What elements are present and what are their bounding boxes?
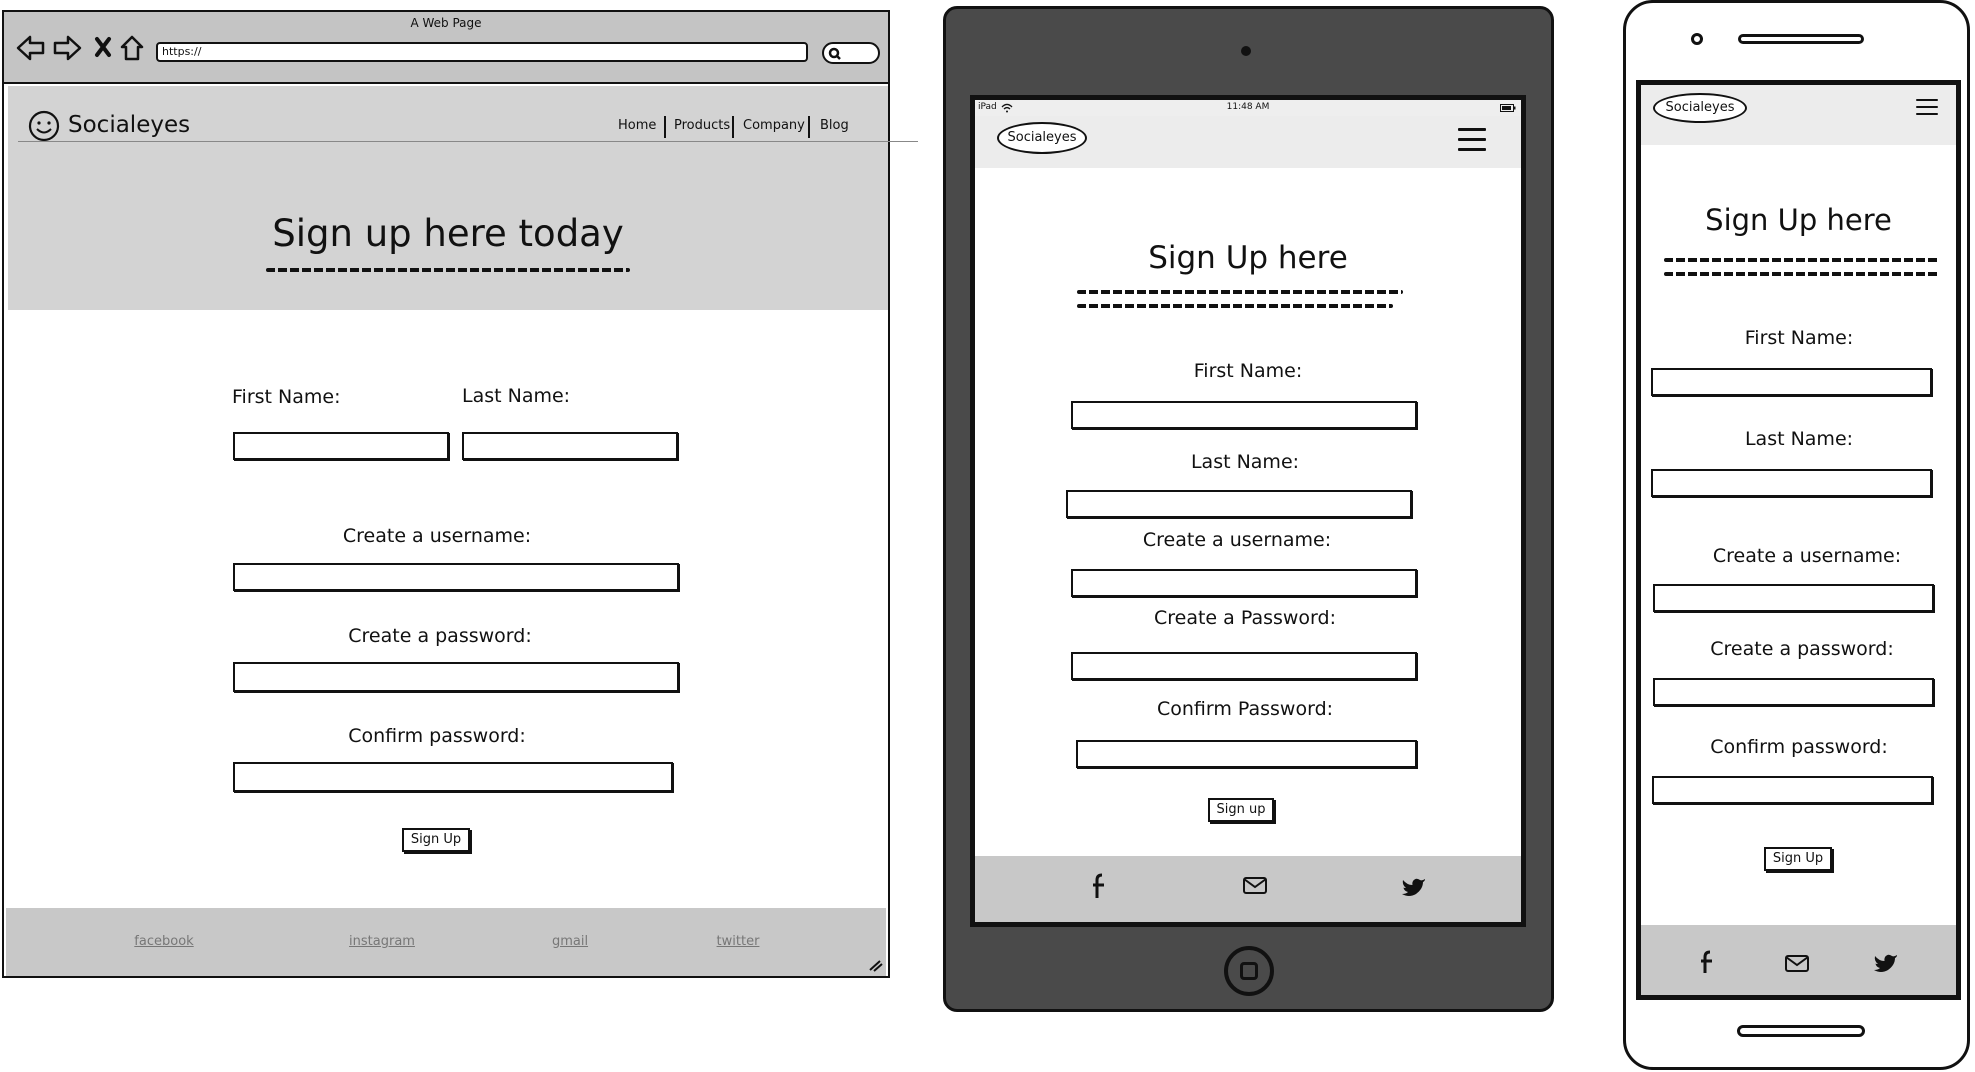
tablet-status-bar: iPad 11:48 AM	[975, 100, 1521, 116]
phone-password-label: Create a password:	[1710, 638, 1894, 660]
home-icon[interactable]	[119, 34, 145, 62]
brand-name[interactable]: Socialeyes	[68, 112, 190, 138]
phone-header: Socialeyes	[1641, 85, 1956, 145]
phone-subtitle-placeholder	[1664, 258, 1940, 262]
nav-separator	[732, 116, 734, 138]
url-text: https://	[162, 45, 202, 58]
search-box[interactable]	[822, 42, 880, 64]
twitter-icon[interactable]	[1873, 952, 1899, 974]
nav-blog[interactable]: Blog	[820, 118, 849, 133]
tablet-header: Socialeyes	[975, 116, 1521, 168]
mail-icon[interactable]	[1784, 952, 1810, 974]
hero-subtitle-placeholder	[266, 268, 630, 272]
tablet-password-field[interactable]	[1071, 652, 1417, 680]
phone-title: Sign Up here	[1705, 203, 1892, 237]
confirm-password-label: Confirm password:	[348, 725, 526, 747]
facebook-icon[interactable]	[1699, 949, 1715, 975]
tablet-first-name-label: First Name:	[1193, 360, 1303, 382]
phone-screen: Socialeyes Sign Up here First Name: Last…	[1636, 80, 1961, 1000]
twitter-icon[interactable]	[1401, 876, 1427, 898]
phone-first-name-field[interactable]	[1651, 368, 1932, 396]
first-name-field[interactable]	[233, 432, 449, 460]
nav-company[interactable]: Company	[743, 118, 805, 133]
tablet-sign-up-button[interactable]: Sign up	[1208, 798, 1274, 822]
search-icon	[828, 47, 841, 60]
phone-first-name-label: First Name:	[1744, 327, 1854, 349]
tablet-last-name-field[interactable]	[1066, 490, 1412, 518]
tablet-confirm-password-label: Confirm Password:	[1156, 698, 1334, 720]
tablet-title: Sign Up here	[1148, 240, 1348, 276]
tablet-username-label: Create a username:	[1142, 529, 1332, 551]
phone-confirm-password-field[interactable]	[1652, 776, 1933, 804]
status-time: 11:48 AM	[1226, 102, 1270, 112]
last-name-field[interactable]	[462, 432, 678, 460]
tablet-subtitle-placeholder	[1077, 290, 1403, 294]
tablet-device: iPad 11:48 AM Socialeyes Sign Up here Fi…	[943, 6, 1554, 1012]
tablet-camera	[1241, 46, 1251, 56]
tablet-confirm-password-field[interactable]	[1076, 740, 1417, 768]
phone-footer	[1641, 925, 1956, 995]
footer-link-twitter[interactable]: twitter	[717, 934, 760, 949]
sign-up-button[interactable]: Sign Up	[402, 828, 470, 852]
hero-title: Sign up here today	[272, 212, 624, 255]
phone-bottom-speaker	[1737, 1025, 1865, 1037]
phone-camera	[1691, 33, 1703, 45]
tablet-subtitle-placeholder	[1077, 304, 1393, 308]
browser-chrome: A Web Page https://	[4, 12, 888, 84]
tablet-last-name-label: Last Name:	[1190, 451, 1300, 473]
phone-subtitle-placeholder	[1664, 272, 1940, 276]
forward-arrow-icon[interactable]	[52, 34, 82, 62]
tablet-footer	[975, 856, 1521, 922]
nav-home[interactable]: Home	[618, 118, 656, 133]
footer-link-instagram[interactable]: instagram	[349, 934, 415, 949]
phone-brand[interactable]: Socialeyes	[1653, 93, 1747, 123]
username-field[interactable]	[233, 563, 679, 591]
phone-password-field[interactable]	[1653, 678, 1934, 706]
first-name-label: First Name:	[232, 386, 341, 408]
tablet-first-name-field[interactable]	[1071, 401, 1417, 429]
tablet-password-label: Create a Password:	[1153, 607, 1337, 629]
resize-handle-icon[interactable]	[868, 958, 884, 972]
site-footer: facebook instagram gmail twitter	[6, 908, 886, 976]
phone-username-label: Create a username:	[1712, 545, 1902, 567]
phone-device: Socialeyes Sign Up here First Name: Last…	[1623, 0, 1970, 1070]
last-name-label: Last Name:	[462, 385, 571, 407]
hamburger-menu-icon[interactable]	[1916, 99, 1938, 120]
window-title: A Web Page	[410, 16, 482, 30]
nav-products[interactable]: Products	[674, 118, 730, 133]
nav-separator	[808, 116, 810, 138]
mail-icon[interactable]	[1242, 874, 1268, 896]
hamburger-menu-icon[interactable]	[1458, 128, 1486, 158]
phone-last-name-field[interactable]	[1651, 469, 1932, 497]
phone-confirm-password-label: Confirm password:	[1710, 736, 1888, 758]
phone-sign-up-button[interactable]: Sign Up	[1764, 847, 1832, 871]
nav-separator	[664, 116, 666, 138]
site-header: Socialeyes Home Products Company Blog Si…	[8, 86, 918, 310]
password-label: Create a password:	[348, 625, 532, 647]
tablet-brand[interactable]: Socialeyes	[997, 122, 1087, 154]
tablet-home-button[interactable]	[1224, 946, 1274, 996]
back-arrow-icon[interactable]	[16, 34, 46, 62]
smiley-logo-icon	[28, 110, 60, 142]
footer-link-gmail[interactable]: gmail	[552, 934, 588, 949]
url-bar[interactable]: https://	[156, 42, 808, 62]
battery-icon	[1500, 104, 1516, 112]
confirm-password-field[interactable]	[233, 762, 673, 792]
tablet-username-field[interactable]	[1071, 569, 1417, 597]
footer-link-facebook[interactable]: facebook	[134, 934, 193, 949]
header-divider	[18, 141, 918, 142]
phone-username-field[interactable]	[1653, 584, 1934, 612]
facebook-icon[interactable]	[1091, 872, 1107, 900]
password-field[interactable]	[233, 662, 679, 692]
tablet-screen: iPad 11:48 AM Socialeyes Sign Up here Fi…	[970, 95, 1526, 927]
desktop-browser-window: A Web Page https:// Socialeyes Home Prod…	[2, 10, 918, 978]
phone-last-name-label: Last Name:	[1744, 428, 1854, 450]
username-label: Create a username:	[342, 525, 532, 547]
phone-speaker	[1738, 34, 1864, 44]
close-icon[interactable]	[94, 36, 112, 58]
